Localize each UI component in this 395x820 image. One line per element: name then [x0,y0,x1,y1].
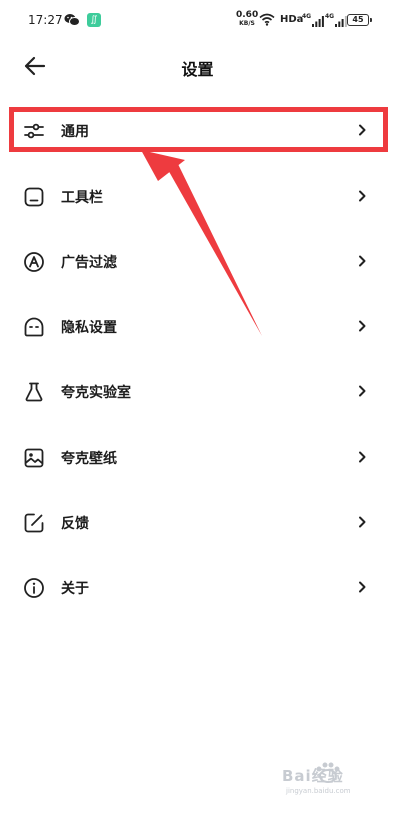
settings-item-feedback[interactable]: 反馈 [0,500,395,544]
signal-icon: 4G [325,13,347,27]
settings-item-ad-filter[interactable]: 广告过滤 [0,239,395,283]
menu-item-label: 广告过滤 [61,255,117,271]
chevron-right-icon [359,516,366,528]
toolbar-icon [24,187,44,207]
status-time: 17:27 [28,13,63,27]
chevron-right-icon [359,385,366,397]
menu-item-label: 反馈 [61,516,89,532]
settings-item-privacy[interactable]: 隐私设置 [0,304,395,348]
settings-item-lab[interactable]: 夸克实验室 [0,369,395,413]
sliders-icon [24,123,44,139]
watermark-url: jingyan.baidu.com [286,787,351,795]
wechat-icon [64,14,80,26]
hd-voice-label: HDa [280,14,304,25]
chevron-right-icon [359,190,366,202]
settings-item-general[interactable]: 通用 [0,108,395,152]
feedback-edit-icon [24,513,44,533]
menu-item-label: 关于 [61,581,89,597]
privacy-mask-icon [24,317,44,337]
signal-icon: 4G [302,13,324,27]
chevron-right-icon [359,320,366,332]
network-speed: 0.60 KB/S [236,10,259,28]
menu-item-label: 夸克实验室 [61,385,131,401]
settings-item-toolbar[interactable]: 工具栏 [0,174,395,218]
page-title: 设置 [181,60,214,79]
settings-item-about[interactable]: 关于 [0,565,395,609]
settings-item-wallpaper[interactable]: 夸克壁纸 [0,435,395,479]
chevron-right-icon [359,451,366,463]
flask-icon [25,382,43,402]
status-bar: 17:27 ∬ 0.60 KB/S HDa 4G 4G 45 [0,0,395,40]
menu-item-label: 夸克壁纸 [61,451,117,467]
menu-item-label: 通用 [61,124,89,140]
chevron-right-icon [359,255,366,267]
wallpaper-icon [24,448,44,468]
battery-icon: 45 [347,14,372,26]
watermark-text: Bai经验 [282,767,344,785]
menu-item-label: 隐私设置 [61,320,117,336]
chevron-right-icon [359,581,366,593]
wifi-icon [259,13,275,26]
menu-item-label: 工具栏 [61,190,103,206]
ad-filter-icon [24,252,44,272]
app-notification-icon: ∬ [87,13,101,27]
chevron-right-icon [359,124,366,136]
info-icon [24,578,44,598]
baidu-jingyan-watermark: Bai经验 jingyan.baidu.com [274,762,374,805]
